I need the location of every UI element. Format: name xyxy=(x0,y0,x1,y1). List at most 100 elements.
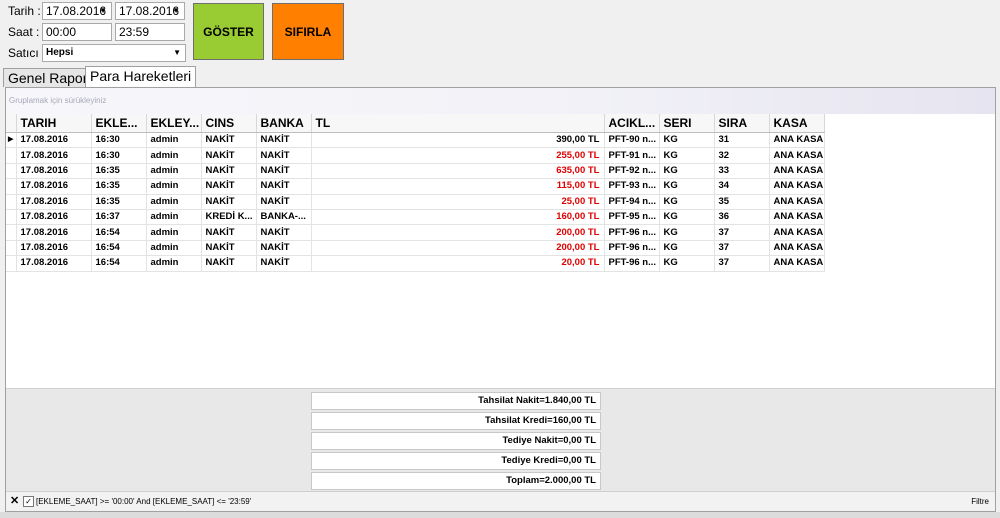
cell-ekleyen[interactable]: admin xyxy=(146,147,202,164)
cell-sira[interactable]: 32 xyxy=(714,147,770,164)
cell-cins[interactable]: NAKİT xyxy=(201,163,257,180)
cell-kasa[interactable]: ANA KASA xyxy=(769,178,825,195)
cell-tarih[interactable]: 17.08.2016 xyxy=(16,194,92,210)
tab-genel-rapor[interactable]: Genel Rapor xyxy=(3,68,93,87)
cell-kasa[interactable]: ANA KASA xyxy=(769,132,825,149)
cell-kasa[interactable]: ANA KASA xyxy=(769,147,825,164)
column-header-aciklama[interactable]: ACIKL... xyxy=(604,114,660,133)
cell-sira[interactable]: 33 xyxy=(714,163,770,180)
cell-tarih[interactable]: 17.08.2016 xyxy=(16,132,92,149)
cell-banka[interactable]: NAKİT xyxy=(256,147,312,164)
cell-ekleme-saat[interactable]: 16:35 xyxy=(91,178,147,195)
filter-expression[interactable]: [EKLEME_SAAT] >= '00:00' And [EKLEME_SAA… xyxy=(36,492,251,511)
group-panel[interactable]: Gruplamak için sürükleyiniz xyxy=(6,88,995,114)
cell-tarih[interactable]: 17.08.2016 xyxy=(16,224,92,241)
cell-cins[interactable]: NAKİT xyxy=(201,132,257,149)
cell-sira[interactable]: 37 xyxy=(714,255,770,272)
cell-aciklama[interactable]: PFT-93 n... xyxy=(604,178,660,195)
table-row[interactable]: 17.08.2016 16:35 admin NAKİT NAKİT 25,00 TL PF… xyxy=(6,194,825,210)
cell-aciklama[interactable]: PFT-90 n... xyxy=(604,132,660,149)
column-header-cins[interactable]: CINS xyxy=(201,114,257,133)
cell-kasa[interactable]: ANA KASA xyxy=(769,194,825,210)
cell-banka[interactable]: NAKİT xyxy=(256,178,312,195)
cell-banka[interactable]: NAKİT xyxy=(256,240,312,257)
cell-kasa[interactable]: ANA KASA xyxy=(769,224,825,241)
cell-tl[interactable]: 200,00 TL xyxy=(311,240,605,257)
checkbox-icon[interactable]: ✓ xyxy=(23,496,34,507)
cell-seri[interactable]: KG xyxy=(659,147,715,164)
sifirla-button[interactable]: SIFIRLA xyxy=(272,3,344,60)
cell-ekleme-saat[interactable]: 16:54 xyxy=(91,224,147,241)
cell-tl[interactable]: 255,00 TL xyxy=(311,147,605,164)
column-header-sira[interactable]: SIRA xyxy=(714,114,770,133)
column-header-kasa[interactable]: KASA xyxy=(769,114,825,133)
satici-dropdown[interactable]: Hepsi ▼ xyxy=(42,44,186,62)
cell-sira[interactable]: 37 xyxy=(714,224,770,241)
cell-ekleme-saat[interactable]: 16:30 xyxy=(91,147,147,164)
column-header-ekleyen[interactable]: EKLEY... xyxy=(146,114,202,133)
cell-banka[interactable]: NAKİT xyxy=(256,224,312,241)
cell-tl[interactable]: 635,00 TL xyxy=(311,163,605,180)
cell-ekleme-saat[interactable]: 16:35 xyxy=(91,163,147,180)
cell-ekleme-saat[interactable]: 16:37 xyxy=(91,209,147,226)
cell-banka[interactable]: NAKİT xyxy=(256,255,312,272)
cell-seri[interactable]: KG xyxy=(659,209,715,226)
cell-tarih[interactable]: 17.08.2016 xyxy=(16,163,92,180)
cell-cins[interactable]: KREDİ K... xyxy=(201,209,257,226)
table-row[interactable]: 17.08.2016 16:54 admin NAKİT NAKİT 200,00 TL P… xyxy=(6,224,825,241)
table-row[interactable]: 17.08.2016 16:30 admin NAKİT NAKİT 255,00 TL P… xyxy=(6,147,825,164)
saat-to-input[interactable]: 23:59 xyxy=(115,23,185,41)
tab-para-hareketleri[interactable]: Para Hareketleri xyxy=(85,66,197,87)
cell-kasa[interactable]: ANA KASA xyxy=(769,163,825,180)
cell-aciklama[interactable]: PFT-95 n... xyxy=(604,209,660,226)
cell-cins[interactable]: NAKİT xyxy=(201,255,257,272)
cell-aciklama[interactable]: PFT-92 n... xyxy=(604,163,660,180)
cell-kasa[interactable]: ANA KASA xyxy=(769,240,825,257)
cell-ekleyen[interactable]: admin xyxy=(146,132,202,149)
cell-sira[interactable]: 34 xyxy=(714,178,770,195)
cell-tl[interactable]: 115,00 TL xyxy=(311,178,605,195)
cell-tarih[interactable]: 17.08.2016 xyxy=(16,240,92,257)
cell-kasa[interactable]: ANA KASA xyxy=(769,209,825,226)
cell-cins[interactable]: NAKİT xyxy=(201,178,257,195)
cell-ekleme-saat[interactable]: 16:35 xyxy=(91,194,147,210)
cell-tl[interactable]: 20,00 TL xyxy=(311,255,605,272)
column-header-ekleme-saat[interactable]: EKLE... xyxy=(91,114,147,133)
cell-ekleyen[interactable]: admin xyxy=(146,240,202,257)
cell-seri[interactable]: KG xyxy=(659,132,715,149)
cell-ekleyen[interactable]: admin xyxy=(146,224,202,241)
cell-banka[interactable]: NAKİT xyxy=(256,194,312,210)
column-header-banka[interactable]: BANKA xyxy=(256,114,312,133)
table-row[interactable]: 17.08.2016 16:35 admin NAKİT NAKİT 115,00 TL P… xyxy=(6,178,825,195)
cell-tarih[interactable]: 17.08.2016 xyxy=(16,178,92,195)
cell-cins[interactable]: NAKİT xyxy=(201,194,257,210)
cell-tarih[interactable]: 17.08.2016 xyxy=(16,209,92,226)
cell-ekleyen[interactable]: admin xyxy=(146,255,202,272)
cell-cins[interactable]: NAKİT xyxy=(201,224,257,241)
cell-ekleme-saat[interactable]: 16:54 xyxy=(91,255,147,272)
cell-aciklama[interactable]: PFT-96 n... xyxy=(604,224,660,241)
table-row[interactable]: 17.08.2016 16:37 admin KREDİ K... BANKA-... 1… xyxy=(6,209,825,226)
cell-ekleyen[interactable]: admin xyxy=(146,178,202,195)
cell-sira[interactable]: 31 xyxy=(714,132,770,149)
table-row[interactable]: 17.08.2016 16:35 admin NAKİT NAKİT 635,00 TL P… xyxy=(6,163,825,180)
cell-tl[interactable]: 200,00 TL xyxy=(311,224,605,241)
cell-aciklama[interactable]: PFT-94 n... xyxy=(604,194,660,210)
cell-kasa[interactable]: ANA KASA xyxy=(769,255,825,272)
filtre-button[interactable]: Filtre xyxy=(971,492,989,511)
saat-from-input[interactable]: 00:00 xyxy=(42,23,112,41)
table-row[interactable]: 17.08.2016 16:54 admin NAKİT NAKİT 20,00 TL PF… xyxy=(6,255,825,272)
cell-seri[interactable]: KG xyxy=(659,255,715,272)
cell-aciklama[interactable]: PFT-96 n... xyxy=(604,240,660,257)
cell-seri[interactable]: KG xyxy=(659,194,715,210)
cell-tl[interactable]: 25,00 TL xyxy=(311,194,605,210)
goster-button[interactable]: GÖSTER xyxy=(193,3,264,60)
column-header-tl[interactable]: TL xyxy=(311,114,605,133)
cell-sira[interactable]: 36 xyxy=(714,209,770,226)
cell-ekleyen[interactable]: admin xyxy=(146,163,202,180)
cell-banka[interactable]: NAKİT xyxy=(256,132,312,149)
cell-cins[interactable]: NAKİT xyxy=(201,240,257,257)
cell-seri[interactable]: KG xyxy=(659,178,715,195)
cell-ekleme-saat[interactable]: 16:30 xyxy=(91,132,147,149)
cell-sira[interactable]: 37 xyxy=(714,240,770,257)
